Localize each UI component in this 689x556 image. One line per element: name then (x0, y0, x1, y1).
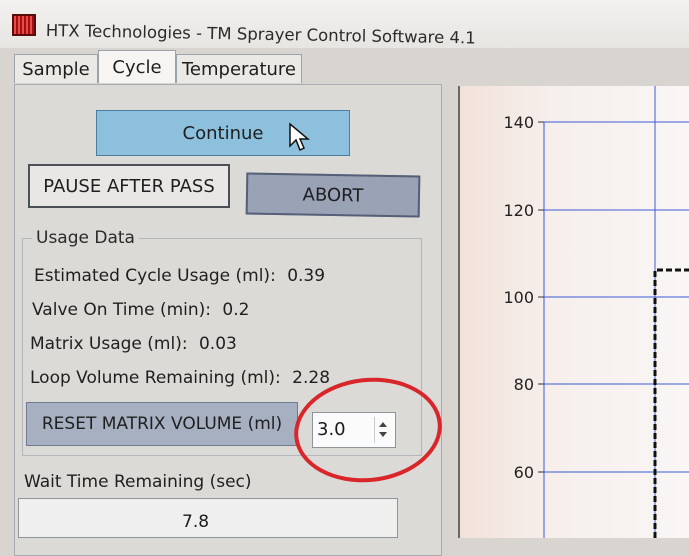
wait-time-label: Wait Time Remaining (sec) (24, 472, 252, 492)
window-title: HTX Technologies - TM Sprayer Control So… (45, 21, 476, 48)
chart-svg: 140 120 100 80 60 (503, 86, 689, 538)
valve-on-time-label: Valve On Time (min): (32, 300, 211, 320)
matrix-usage-label: Matrix Usage (ml): (30, 334, 188, 354)
pause-after-pass-button[interactable]: PAUSE AFTER PASS (28, 164, 230, 208)
chart-y-tick-label: 140 (503, 113, 534, 132)
tab-temperature[interactable]: Temperature (176, 54, 302, 83)
app-icon (12, 14, 36, 36)
tab-cycle[interactable]: Cycle (98, 50, 176, 83)
estimated-cycle-usage-label: Estimated Cycle Usage (ml): (34, 266, 276, 286)
chart-y-tick-label: 120 (503, 201, 534, 220)
loop-volume-remaining-label: Loop Volume Remaining (ml): (30, 368, 281, 388)
chart-series-line (653, 268, 689, 538)
matrix-usage-row: Matrix Usage (ml): 0.03 (30, 334, 237, 354)
chart-y-tick-label: 100 (503, 288, 534, 307)
tab-sample[interactable]: Sample (14, 54, 98, 83)
valve-on-time-row: Valve On Time (min): 0.2 (32, 300, 249, 320)
mouse-cursor-icon (289, 122, 310, 152)
wait-time-value: 7.8 (182, 512, 210, 532)
matrix-usage-value: 0.03 (198, 334, 237, 354)
loop-volume-remaining-row: Loop Volume Remaining (ml): 2.28 (30, 368, 330, 388)
valve-on-time-value: 0.2 (222, 300, 250, 320)
loop-volume-remaining-value: 2.28 (292, 368, 331, 388)
estimated-cycle-usage-value: 0.39 (287, 266, 326, 286)
usage-data-label: Usage Data (32, 228, 139, 248)
continue-button[interactable]: Continue (96, 110, 350, 156)
chart-y-tick-label: 80 (514, 375, 534, 394)
window-titlebar: HTX Technologies - TM Sprayer Control So… (0, 0, 689, 48)
chart-y-tick-label: 60 (514, 463, 534, 482)
reset-matrix-volume-button[interactable]: RESET MATRIX VOLUME (ml) (26, 402, 298, 446)
estimated-cycle-usage-row: Estimated Cycle Usage (ml): 0.39 (34, 266, 325, 286)
chart-area: 140 120 100 80 60 (458, 86, 689, 538)
abort-button[interactable]: ABORT (245, 172, 421, 218)
